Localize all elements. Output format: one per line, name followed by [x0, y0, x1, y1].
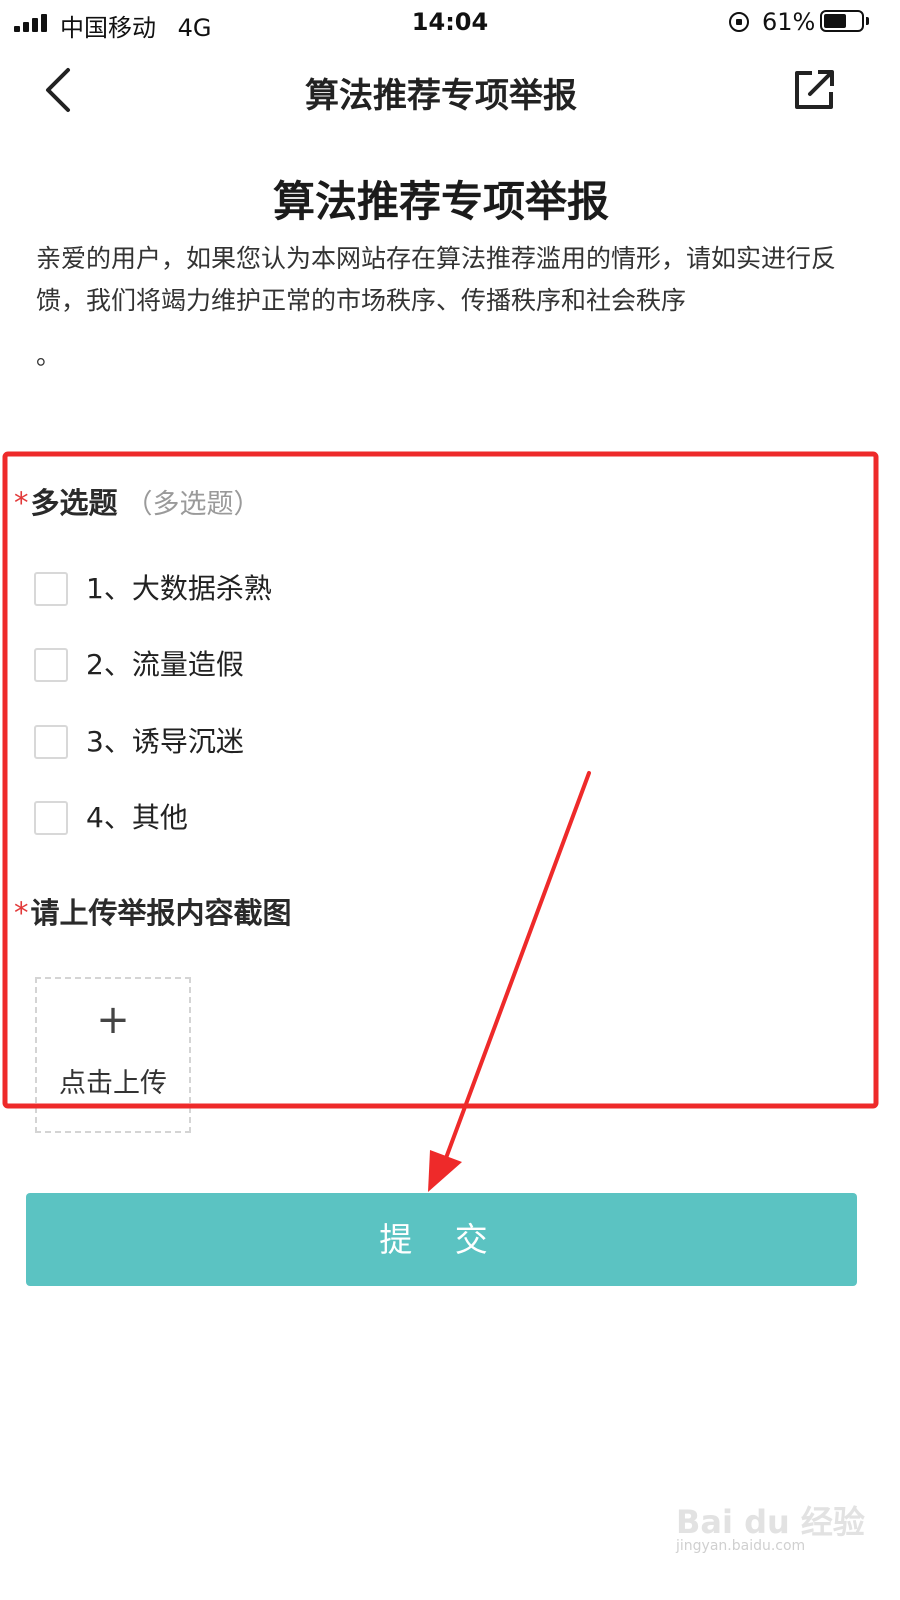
- required-mark: *: [14, 896, 29, 930]
- battery-nub: [866, 17, 869, 25]
- option-2[interactable]: 2、流量造假: [34, 646, 454, 686]
- status-bar: 中国移动 4G 14:04 61%: [0, 0, 900, 46]
- checkbox[interactable]: [34, 725, 68, 759]
- plus-icon: +: [96, 997, 130, 1043]
- annotation-arrow-head: [428, 1150, 462, 1192]
- upload-label: 点击上传: [59, 1068, 167, 1099]
- option-label: 3、诱导沉迷: [86, 725, 244, 758]
- question-title-multiselect: *多选题 （多选题）: [14, 480, 261, 522]
- battery-icon: [820, 10, 864, 32]
- share-button[interactable]: [790, 66, 838, 114]
- question-subtitle: （多选题）: [125, 489, 261, 520]
- orientation-lock-icon: [729, 12, 749, 32]
- checkbox[interactable]: [34, 801, 68, 835]
- question-title-text: 请上传举报内容截图: [30, 896, 292, 930]
- option-label: 4、其他: [86, 801, 188, 834]
- question-title-upload: *请上传举报内容截图: [14, 890, 292, 932]
- option-label: 2、流量造假: [86, 648, 244, 681]
- share-icon: [795, 70, 834, 109]
- question-title-text: 多选题: [30, 486, 118, 520]
- page-heading: 算法推荐专项举报: [272, 177, 609, 226]
- required-mark: *: [14, 486, 29, 520]
- upload-button[interactable]: + 点击上传: [35, 977, 191, 1133]
- option-4[interactable]: 4、其他: [34, 799, 454, 839]
- checkbox[interactable]: [34, 572, 68, 606]
- checkbox[interactable]: [34, 648, 68, 682]
- watermark-logo: Bai du 经验: [676, 1503, 865, 1541]
- battery-fill: [824, 14, 846, 28]
- watermark-url: jingyan.baidu.com: [676, 1538, 806, 1554]
- annotation-arrow-line: [444, 771, 591, 1160]
- intro-tail: 。: [36, 341, 62, 370]
- nav-title: 算法推荐专项举报: [305, 76, 577, 116]
- option-1[interactable]: 1、大数据杀熟: [34, 570, 454, 610]
- option-3[interactable]: 3、诱导沉迷: [34, 723, 454, 763]
- intro-text: 亲爱的用户，如果您认为本网站存在算法推荐滥用的情形，请如实进行反馈，我们将竭力维…: [36, 244, 837, 315]
- submit-button[interactable]: 提 交: [26, 1193, 857, 1286]
- battery-percent: 61%: [762, 8, 816, 36]
- option-label: 1、大数据杀熟: [86, 572, 272, 605]
